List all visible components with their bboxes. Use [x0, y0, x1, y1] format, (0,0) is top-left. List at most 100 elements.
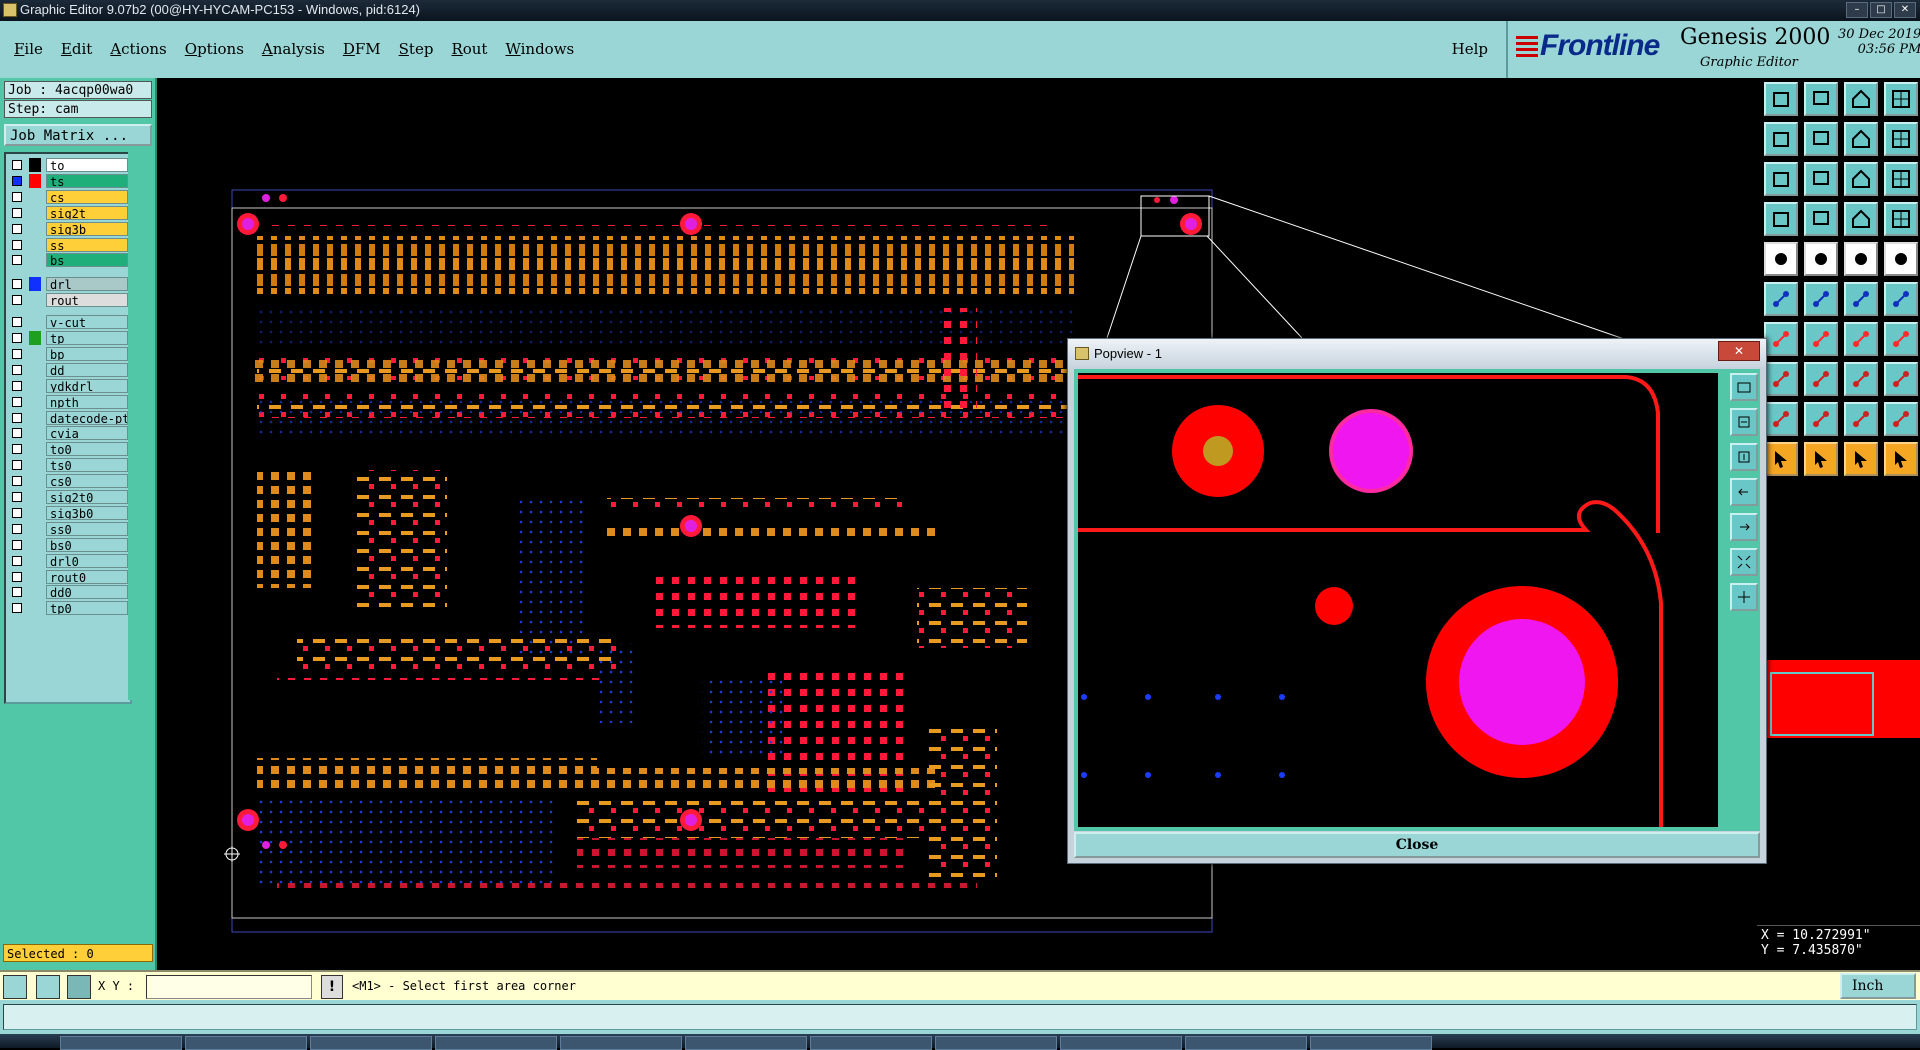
layer-name[interactable]: bs0 — [46, 537, 128, 552]
pop-next-icon[interactable] — [1730, 513, 1758, 541]
layer-color-swatch[interactable] — [29, 395, 41, 409]
layer-color-swatch[interactable] — [29, 522, 41, 536]
menu-file[interactable]: File — [14, 40, 43, 58]
layer-row[interactable]: v-cut — [8, 315, 128, 330]
layer-row[interactable]: ss0 — [8, 521, 128, 536]
layer-checkbox[interactable] — [12, 428, 22, 439]
layer-checkbox[interactable] — [12, 207, 22, 218]
menu-dfm[interactable]: DFM — [343, 40, 381, 58]
layer-row[interactable]: to — [8, 158, 128, 172]
layer-name[interactable]: cvia — [46, 426, 128, 441]
layer-checkbox[interactable] — [12, 295, 22, 306]
layer-row[interactable]: npth — [8, 394, 128, 409]
scale-icon[interactable] — [1844, 162, 1878, 196]
menu-analysis[interactable]: Analysis — [262, 40, 325, 58]
layer-color-swatch[interactable] — [29, 253, 41, 267]
layer-name[interactable]: dd0 — [46, 585, 128, 600]
layer-checkbox[interactable] — [12, 476, 22, 487]
ruler-icon[interactable] — [1844, 242, 1878, 276]
layer-checkbox[interactable] — [12, 380, 22, 391]
connect-icon[interactable] — [1844, 282, 1878, 316]
layer-color-swatch[interactable] — [29, 222, 41, 236]
layer-name[interactable]: dd — [46, 362, 128, 377]
layer-name[interactable]: tp0 — [46, 601, 128, 616]
layer-color-swatch[interactable] — [29, 331, 41, 345]
layer-checkbox[interactable] — [12, 444, 22, 455]
layer-color-swatch[interactable] — [29, 570, 41, 584]
layer-checkbox[interactable] — [12, 396, 22, 407]
layer-checkbox[interactable] — [12, 255, 22, 266]
layer-row[interactable]: tp — [8, 331, 128, 345]
layer-row[interactable]: tp0 — [8, 601, 128, 616]
grid-icon[interactable] — [1884, 82, 1918, 116]
layer-color-swatch[interactable] — [29, 490, 41, 504]
align-icon[interactable] — [1844, 362, 1878, 396]
layer-color-swatch[interactable] — [29, 585, 41, 599]
pop-save-icon[interactable] — [1730, 443, 1758, 471]
units-select[interactable]: Inch — [1840, 973, 1916, 999]
arc-icon[interactable] — [1844, 322, 1878, 356]
feature-icon[interactable] — [1804, 202, 1838, 236]
layer-name[interactable]: to0 — [46, 442, 128, 457]
layer-color-swatch[interactable] — [29, 442, 41, 456]
layer-color-swatch[interactable] — [29, 363, 41, 377]
layer-checkbox[interactable] — [12, 279, 22, 290]
layer-name[interactable]: cs — [46, 189, 128, 204]
pointer3-icon[interactable] — [1844, 442, 1878, 476]
layer-name[interactable]: datecode-pt — [46, 410, 128, 425]
layer-name[interactable]: ydkdrl — [46, 378, 128, 393]
layer-color-swatch[interactable] — [29, 190, 41, 204]
grid-snap-icon[interactable] — [67, 975, 91, 999]
layer-color-swatch[interactable] — [29, 601, 41, 615]
pad-icon[interactable] — [1884, 242, 1918, 276]
layer-color-swatch[interactable] — [29, 293, 41, 307]
layer-name[interactable]: bp — [46, 346, 128, 361]
layer-name[interactable]: cs0 — [46, 474, 128, 489]
layer-color-swatch[interactable] — [29, 347, 41, 361]
pop-home-icon[interactable] — [1730, 408, 1758, 436]
layer-name[interactable]: drl — [46, 277, 128, 292]
step-icon[interactable] — [1844, 122, 1878, 156]
minus-icon[interactable] — [1804, 362, 1838, 396]
layer-checkbox[interactable] — [12, 364, 22, 375]
layer-name[interactable]: ts0 — [46, 458, 128, 473]
layer-checkbox[interactable] — [12, 555, 22, 566]
undo-icon[interactable] — [1884, 122, 1918, 156]
layer-checkbox[interactable] — [12, 492, 22, 502]
layer-color-swatch[interactable] — [29, 379, 41, 393]
popview-canvas[interactable] — [1078, 373, 1718, 827]
layer-row[interactable]: datecode-pt — [8, 410, 128, 425]
layer-row[interactable]: dd0 — [8, 585, 128, 600]
layer-color-swatch[interactable] — [29, 173, 41, 188]
popview-close-icon[interactable]: ✕ — [1718, 341, 1760, 361]
layer-checkbox[interactable] — [12, 587, 22, 598]
layer-row[interactable]: sig2t — [8, 205, 128, 220]
layer-checkbox[interactable] — [12, 160, 22, 170]
layer-color-swatch[interactable] — [29, 238, 41, 252]
menu-step[interactable]: Step — [399, 40, 434, 58]
popview-close-button[interactable]: Close — [1074, 832, 1760, 858]
group-icon[interactable] — [1884, 362, 1918, 396]
layer-name[interactable]: npth — [46, 394, 128, 409]
layer-name[interactable]: rout — [46, 293, 128, 308]
layer-row[interactable]: cs — [8, 189, 128, 204]
prev-icon[interactable] — [1764, 122, 1798, 156]
triangle-icon[interactable] — [1764, 402, 1798, 436]
pointer4-icon[interactable] — [1884, 442, 1918, 476]
layer-row[interactable]: ts0 — [8, 458, 128, 473]
close-icon[interactable]: ✕ — [1894, 2, 1916, 18]
layer-checkbox[interactable] — [12, 571, 22, 582]
layer-row[interactable]: rout0 — [8, 569, 128, 584]
triangle3-icon[interactable] — [1844, 402, 1878, 436]
layer-name[interactable]: v-cut — [46, 315, 128, 330]
layer-color-swatch[interactable] — [29, 554, 41, 568]
zoom-fit-icon[interactable] — [36, 975, 60, 999]
command-input[interactable] — [3, 1004, 1917, 1030]
layer-row[interactable]: bs0 — [8, 537, 128, 552]
layer-row[interactable]: cvia — [8, 426, 128, 441]
layer-checkbox[interactable] — [12, 603, 22, 614]
layer-color-swatch[interactable] — [29, 426, 41, 440]
add-icon[interactable] — [1764, 362, 1798, 396]
menu-rout[interactable]: Rout — [451, 40, 487, 58]
layer-checkbox[interactable] — [12, 523, 22, 534]
